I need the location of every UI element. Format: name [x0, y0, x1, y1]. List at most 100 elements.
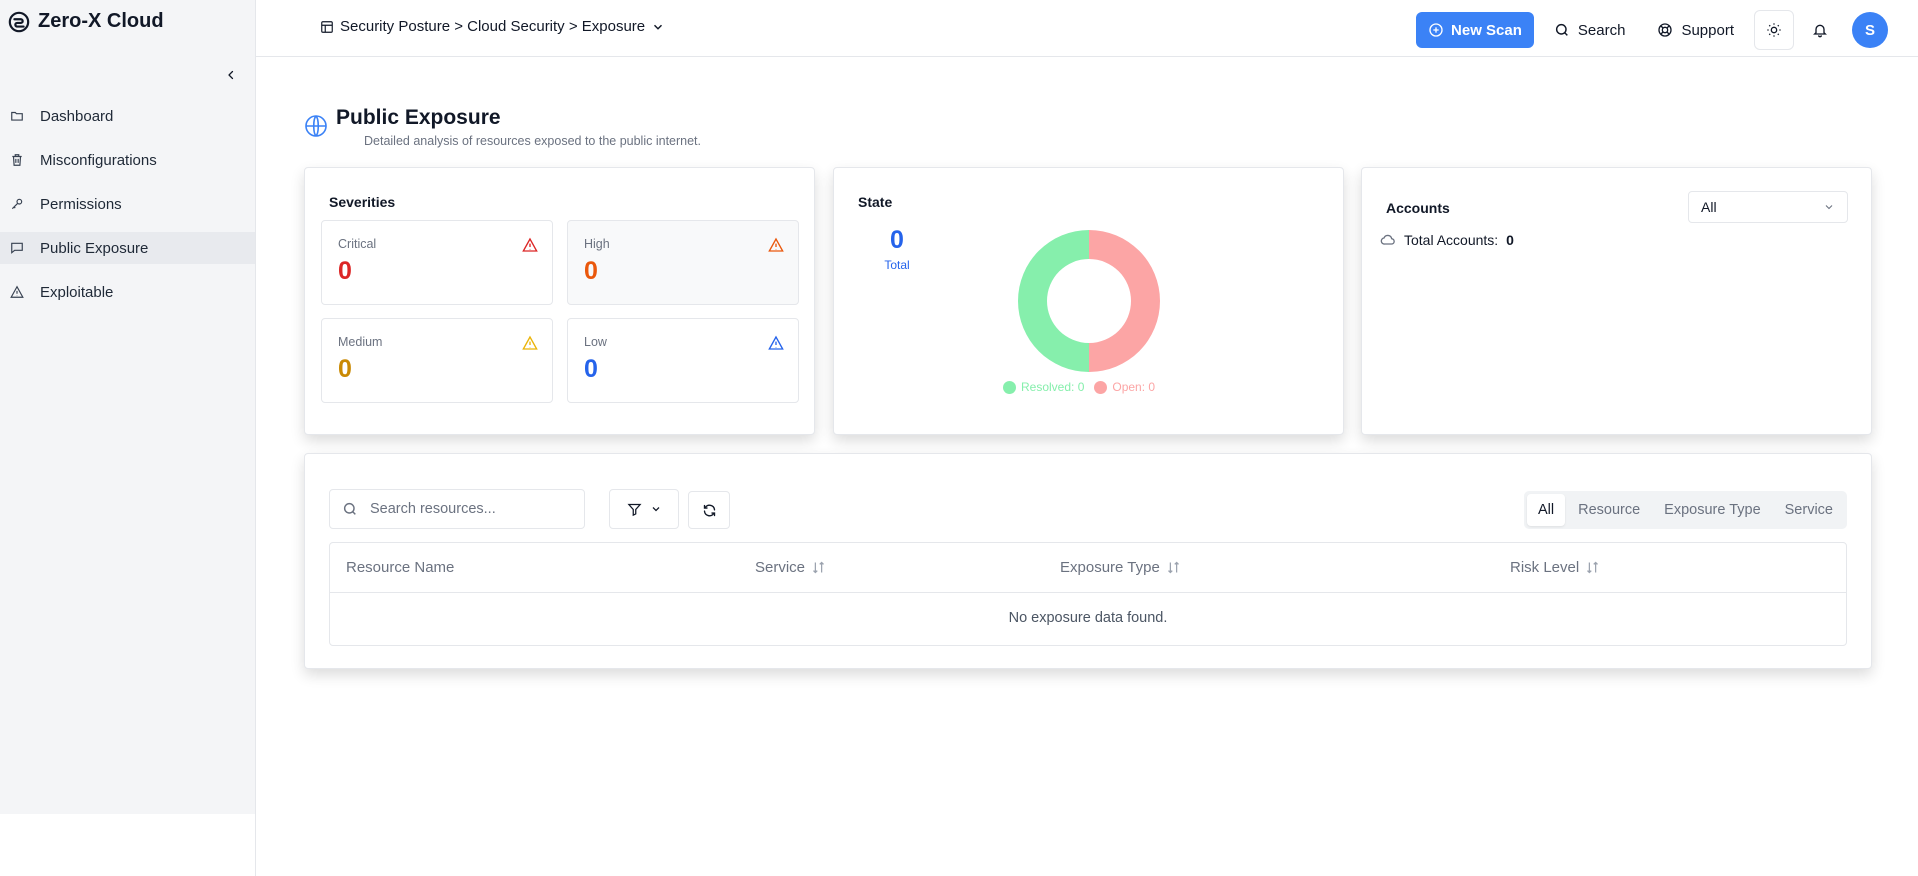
- legend-resolved-label: Resolved: 0: [1021, 380, 1085, 394]
- legend-resolved-dot: [1003, 380, 1016, 394]
- state-total-value: 0: [890, 226, 904, 254]
- donut-open-segment: [1089, 230, 1160, 372]
- sidebar-item-exploitable[interactable]: Exploitable: [0, 276, 255, 308]
- severity-label: Critical: [338, 237, 377, 251]
- sidebar-item-label: Exploitable: [40, 283, 114, 301]
- trash-icon: [12, 154, 22, 166]
- column-header-label: Risk Level: [1510, 559, 1580, 576]
- key-icon: [11, 198, 23, 210]
- sidebar-panel: Zero-X Cloud Dashboard Misconfigurations…: [0, 0, 255, 814]
- search-icon: [343, 502, 356, 515]
- globe-icon: [305, 115, 327, 137]
- page-title: Public Exposure: [336, 106, 501, 129]
- filter-button[interactable]: [609, 489, 679, 529]
- chevron-down-icon: [1825, 205, 1833, 210]
- sidebar-item-permissions[interactable]: Permissions: [0, 188, 255, 220]
- sidebar-item-label: Permissions: [40, 195, 122, 213]
- search-field[interactable]: [329, 489, 585, 529]
- severity-high-box[interactable]: High 0: [567, 220, 799, 305]
- severities-card: Severities Critical 0 High 0 Medium 0 Lo…: [304, 167, 815, 435]
- total-accounts-value: 0: [1506, 232, 1514, 248]
- legend-open: Open: 0: [1094, 380, 1155, 394]
- alert-triangle-icon: [522, 335, 538, 350]
- alert-triangle-icon: [768, 237, 784, 252]
- donut-resolved-segment: [1018, 230, 1089, 372]
- severity-label: High: [584, 237, 610, 251]
- support-button[interactable]: Support: [1645, 12, 1746, 48]
- tab-service[interactable]: Service: [1774, 494, 1844, 526]
- table-header: Resource Name Service Exposure Type Risk…: [330, 543, 1846, 593]
- tab-all[interactable]: All: [1526, 494, 1566, 526]
- search-icon: [1555, 23, 1568, 36]
- notifications-button[interactable]: [1802, 12, 1838, 48]
- sidebar-item-label: Dashboard: [40, 107, 114, 125]
- layout-icon: [321, 20, 333, 33]
- legend-open-dot: [1094, 380, 1108, 394]
- sort-icon: [813, 561, 824, 574]
- support-label: Support: [1681, 21, 1734, 39]
- state-total-label: Total: [884, 258, 910, 272]
- severity-label: Medium: [338, 335, 383, 349]
- refresh-button[interactable]: [688, 491, 730, 529]
- column-header-label: Service: [755, 559, 806, 576]
- severity-high-value: 0: [584, 257, 598, 285]
- legend-resolved: Resolved: 0: [1003, 380, 1084, 394]
- column-header-resource-name[interactable]: Resource Name: [346, 559, 454, 576]
- collapse-sidebar-button[interactable]: [222, 66, 240, 84]
- state-legend: Resolved: 0 Open: 0: [1003, 380, 1155, 394]
- bell-icon: [1813, 24, 1827, 38]
- total-accounts: Total Accounts: 0: [1380, 232, 1514, 248]
- search-input[interactable]: [370, 501, 570, 517]
- plus-circle-icon: [1429, 23, 1443, 37]
- app-logo[interactable]: Zero-X Cloud: [8, 10, 164, 33]
- sidebar-item-public-exposure[interactable]: Public Exposure: [0, 232, 255, 264]
- state-title: State: [858, 194, 893, 210]
- accounts-filter-select[interactable]: All: [1688, 191, 1848, 223]
- breadcrumb-text: Security Posture > Cloud Security > Expo…: [340, 18, 646, 35]
- column-header-service[interactable]: Service: [755, 559, 826, 576]
- new-scan-label: New Scan: [1451, 21, 1522, 39]
- zero-x-logo-icon: [8, 11, 30, 32]
- state-card: State 0 Total Resolved: 0 Open: 0: [833, 167, 1344, 435]
- chevron-left-icon: [228, 70, 234, 80]
- state-donut-chart: [1018, 230, 1160, 372]
- severity-critical-value: 0: [338, 257, 352, 285]
- severity-critical-box[interactable]: Critical 0: [321, 220, 553, 305]
- search-button[interactable]: Search: [1542, 12, 1638, 48]
- sun-icon: [1767, 23, 1781, 37]
- sidebar-item-dashboard[interactable]: Dashboard: [0, 100, 255, 132]
- tab-exposure-type[interactable]: Exposure Type: [1653, 494, 1771, 526]
- breadcrumb[interactable]: Security Posture > Cloud Security > Expo…: [320, 18, 665, 35]
- alert-triangle-icon: [522, 237, 538, 252]
- exposure-table: Resource Name Service Exposure Type Risk…: [329, 542, 1847, 646]
- sidebar-item-label: Misconfigurations: [40, 151, 157, 169]
- accounts-card: Accounts All Total Accounts: 0: [1361, 167, 1872, 435]
- column-header-label: Resource Name: [346, 559, 455, 576]
- severity-medium-box[interactable]: Medium 0: [321, 318, 553, 403]
- avatar[interactable]: S: [1852, 12, 1888, 48]
- column-header-exposure-type[interactable]: Exposure Type: [1060, 559, 1181, 576]
- sort-icon: [1587, 561, 1599, 574]
- sidebar-item-label: Public Exposure: [40, 239, 149, 257]
- top-actions: New Scan Search Support S: [1416, 10, 1888, 50]
- alert-triangle-icon: [10, 285, 24, 298]
- theme-toggle-button[interactable]: [1754, 10, 1794, 50]
- tab-resource[interactable]: Resource: [1567, 494, 1651, 526]
- sidebar-item-misconfigurations[interactable]: Misconfigurations: [0, 144, 255, 176]
- severities-title: Severities: [329, 194, 396, 210]
- sidebar-nav: Dashboard Misconfigurations Permissions …: [0, 100, 255, 320]
- refresh-icon: [703, 504, 715, 516]
- accounts-filter-value: All: [1701, 199, 1717, 215]
- alert-triangle-icon: [768, 335, 784, 350]
- message-square-icon: [11, 242, 23, 254]
- severity-low-box[interactable]: Low 0: [567, 318, 799, 403]
- sidebar: Zero-X Cloud Dashboard Misconfigurations…: [0, 0, 256, 876]
- empty-state-message: No exposure data found.: [1008, 610, 1168, 626]
- accounts-title: Accounts: [1386, 200, 1450, 216]
- sort-icon: [1167, 561, 1179, 574]
- view-tabs: All Resource Exposure Type Service: [1523, 491, 1847, 529]
- page-subtitle: Detailed analysis of resources exposed t…: [364, 134, 701, 148]
- top-bar: Security Posture > Cloud Security > Expo…: [256, 0, 1918, 57]
- column-header-risk-level[interactable]: Risk Level: [1510, 559, 1600, 576]
- new-scan-button[interactable]: New Scan: [1416, 12, 1534, 48]
